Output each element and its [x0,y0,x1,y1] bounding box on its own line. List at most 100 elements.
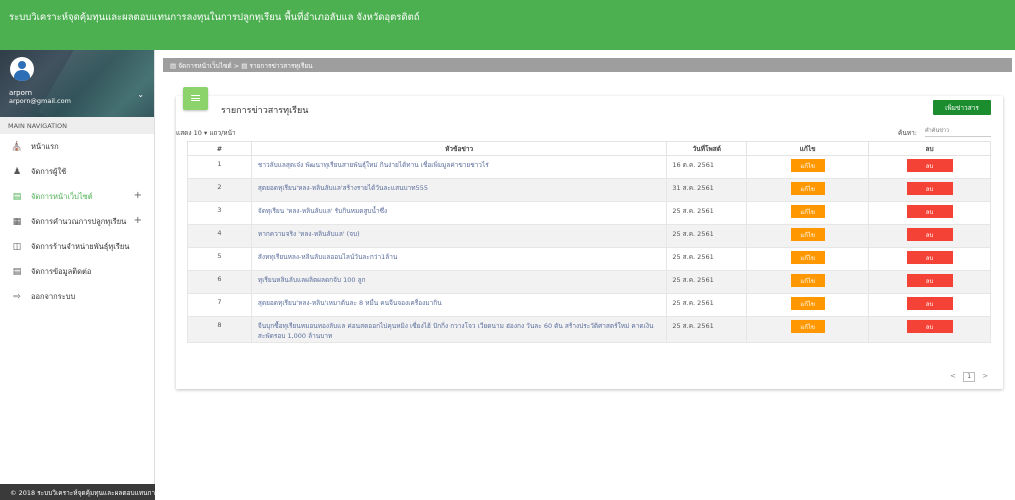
page-title: รายการข่าวสารทุเรียน [221,106,309,116]
delete-button[interactable]: ลบ [906,251,953,264]
breadcrumb: ▤ จัดการหน้าเว็บไซต์ > ▤ รายการข่าวสารทุ… [163,58,1012,72]
edit-button[interactable]: แก้ไข [790,159,825,172]
edit-button[interactable]: แก้ไข [790,205,825,218]
expand-plus-icon[interactable]: + [134,215,142,226]
chart-icon: ▦ [12,216,22,227]
page-length-control: แสดง 10 ▾ แถว/หน้า [176,128,236,138]
breadcrumb-separator: > [233,62,240,70]
post-date: 31 ส.ค. 2561 [666,178,748,202]
sidebar-item-label: จัดการหน้าเว็บไซต์ [31,191,93,201]
profile-email: arporn@gmail.com [9,97,71,105]
next-page-button[interactable]: > [982,372,988,380]
sidebar-item-users[interactable]: ♟ จัดการผู้ใช้ [0,159,154,184]
post-date: 25 ส.ค. 2561 [666,201,748,225]
row-number: 8 [187,316,252,343]
post-date: 25 ส.ค. 2561 [666,270,748,294]
contact-icon: ▤ [12,266,22,277]
post-date: 16 ต.ค. 2561 [666,155,748,179]
length-prefix: แสดง [176,129,192,137]
prev-page-button[interactable]: < [950,372,956,380]
list-icon: ▤ [241,62,248,70]
delete-button[interactable]: ลบ [906,274,953,287]
table-row: 3 จัดทุเรียน 'หลง-หลินลับแล' รับกินหมดสู… [187,201,991,225]
column-header-edit[interactable]: แก้ไข [746,141,870,156]
pagination: < 1 > [950,372,988,382]
sidebar-item-home[interactable]: ⛪ หน้าแรก [0,134,154,159]
breadcrumb-current: รายการข่าวสารทุเรียน [249,62,313,70]
user-icon: ♟ [12,166,22,177]
news-title-link[interactable]: สังหทุเรียนหลง-หลินลับแลออนไลน์วันละกว่า… [250,247,668,271]
logout-icon: ⇨ [13,291,21,302]
news-title-link[interactable]: สุดยอดทุเรียน'หลง-หลิน'เหมาต้นละ 8 หมื่น… [250,293,668,317]
sidebar-footer: © 2018 ระบบวิเคราะห์จุดคุ้มทุนและผลตอบแท… [0,484,155,500]
row-number: 3 [187,201,252,225]
browser-icon: ▤ [12,191,22,202]
app-title: ระบบวิเคราะห์จุดคุ้มทุนและผลตอบแทนการลงท… [9,12,420,23]
news-title-link[interactable]: ทุเรียนหลินลับแลผลิตผลดกจับ 100 ลูก [250,270,668,294]
add-news-button[interactable]: เพิ่มข่าวสาร [933,100,991,115]
sidebar-item-calculation[interactable]: ▦ จัดการคำนวณการปลูกทุเรียน + [0,209,154,234]
sidebar: arporn arporn@gmail.com ⌄ MAIN NAVIGATIO… [0,50,155,500]
profile-menu-chevron-icon[interactable]: ⌄ [137,90,144,99]
sidebar-item-website[interactable]: ▤ จัดการหน้าเว็บไซต์ + [0,184,154,209]
sidebar-item-stores[interactable]: ◫ จัดการร้านจำหน่ายพันธุ์ทุเรียน [0,234,154,259]
column-header-number[interactable]: # [187,141,252,156]
post-date: 25 ส.ค. 2561 [666,293,748,317]
user-profile-panel: arporn arporn@gmail.com ⌄ [0,50,154,117]
expand-plus-icon[interactable]: + [134,190,142,201]
table-row: 2 สุดยอดทุเรียน'หลง-หลินลับแล'สร้างรายได… [187,178,991,202]
profile-username: arporn [9,89,33,97]
edit-button[interactable]: แก้ไข [790,320,825,333]
search-input[interactable] [925,125,991,137]
page-button[interactable]: 1 [963,372,976,382]
delete-button[interactable]: ลบ [906,320,953,333]
page-length-select[interactable]: 10 ▾ [194,129,208,137]
sidebar-item-label: หน้าแรก [31,141,59,151]
edit-button[interactable]: แก้ไข [790,182,825,195]
list-icon [183,87,208,110]
table-row: 1 ชาวลับแลสุดเจ๋ง พัฒนาทุเรียนสายพันธุ์ใ… [187,155,991,179]
news-title-link[interactable]: สุดยอดทุเรียน'หลง-หลินลับแล'สร้างรายได้ว… [250,178,668,202]
table-row: 4 หากความจริง 'หลง-หลินลับแล' (จบ) 25 ส.… [187,224,991,248]
delete-button[interactable]: ลบ [906,182,953,195]
sidebar-item-label: จัดการข้อมูลติดต่อ [31,266,92,276]
news-title-link[interactable]: หากความจริง 'หลง-หลินลับแล' (จบ) [250,224,668,248]
nav-heading: MAIN NAVIGATION [0,117,154,134]
post-date: 25 ส.ค. 2561 [666,224,748,248]
table-header-row: # หัวข้อข่าว วันที่โพสต์ แก้ไข ลบ [187,141,991,156]
column-header-delete[interactable]: ลบ [868,141,991,156]
sidebar-item-label: จัดการร้านจำหน่ายพันธุ์ทุเรียน [31,241,130,251]
column-header-date[interactable]: วันที่โพสต์ [666,141,748,156]
edit-button[interactable]: แก้ไข [790,274,825,287]
row-number: 7 [187,293,252,317]
news-title-link[interactable]: ชาวลับแลสุดเจ๋ง พัฒนาทุเรียนสายพันธุ์ใหม… [250,155,668,179]
delete-button[interactable]: ลบ [906,205,953,218]
delete-button[interactable]: ลบ [906,228,953,241]
table-row: 8 จีนบุกซื้อทุเรียนหมอนทองลับแล ค่อนสดออ… [187,316,991,343]
news-title-link[interactable]: จีนบุกซื้อทุเรียนหมอนทองลับแล ค่อนสดออกไ… [250,316,668,343]
breadcrumb-item[interactable]: จัดการหน้าเว็บไซต์ [178,62,231,70]
edit-button[interactable]: แก้ไข [790,228,825,241]
delete-button[interactable]: ลบ [906,297,953,310]
row-number: 4 [187,224,252,248]
delete-button[interactable]: ลบ [906,159,953,172]
top-header-bar: ระบบวิเคราะห์จุดคุ้มทุนและผลตอบแทนการลงท… [0,0,1015,50]
post-date: 25 ส.ค. 2561 [666,247,748,271]
browser-icon: ▤ [170,62,177,70]
post-date: 25 ส.ค. 2561 [666,316,748,343]
news-title-link[interactable]: จัดทุเรียน 'หลง-หลินลับแล' รับกินหมดสูบน… [250,201,668,225]
table-row: 6 ทุเรียนหลินลับแลผลิตผลดกจับ 100 ลูก 25… [187,270,991,294]
length-suffix: แถว/หน้า [209,129,236,137]
sidebar-item-label: ออกจากระบบ [31,291,76,301]
row-number: 2 [187,178,252,202]
sidebar-item-contact[interactable]: ▤ จัดการข้อมูลติดต่อ [0,259,154,284]
avatar [10,57,34,81]
column-header-title[interactable]: หัวข้อข่าว [250,141,668,156]
sidebar-item-logout[interactable]: ⇨ ออกจากระบบ [0,284,154,309]
edit-button[interactable]: แก้ไข [790,297,825,310]
search-label: ค้นหา: [898,129,917,137]
sidebar-item-label: จัดการคำนวณการปลูกทุเรียน [31,216,127,226]
row-number: 6 [187,270,252,294]
news-table: # หัวข้อข่าว วันที่โพสต์ แก้ไข ลบ 1 ชาวล… [187,141,991,343]
edit-button[interactable]: แก้ไข [790,251,825,264]
